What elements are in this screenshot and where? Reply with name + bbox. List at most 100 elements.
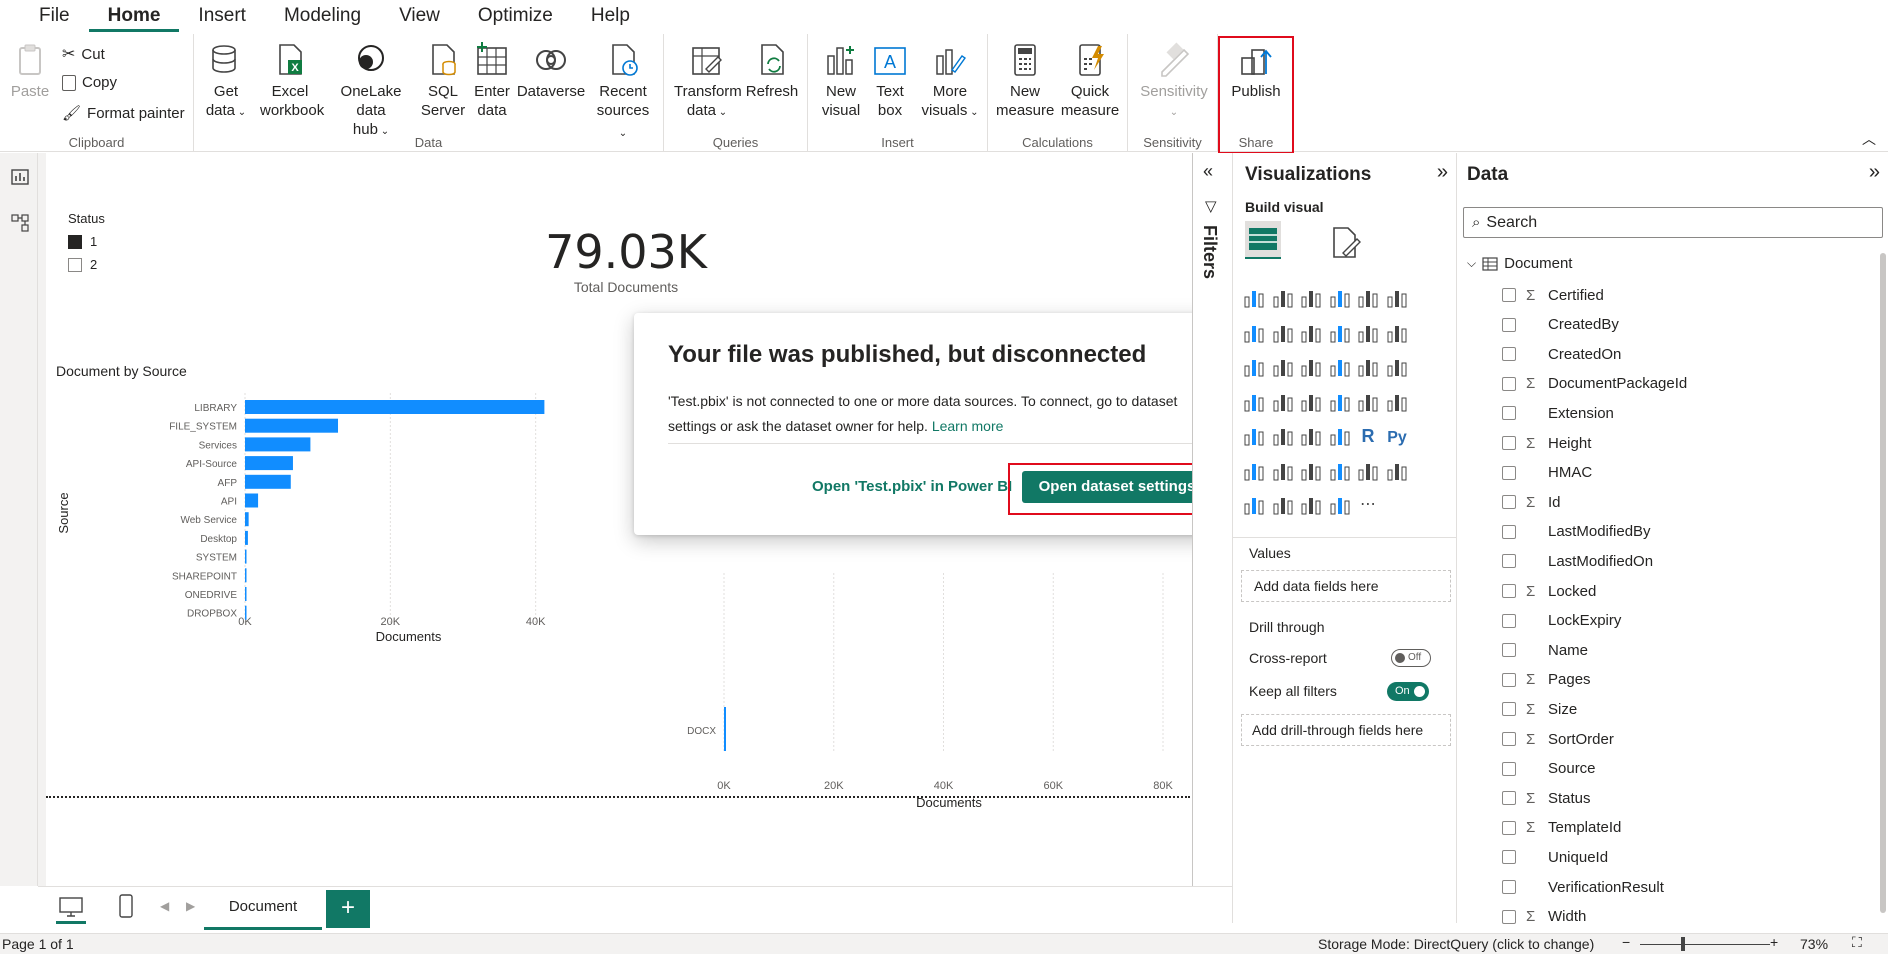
area-chart-icon[interactable]	[1270, 320, 1296, 346]
kpi-icon[interactable]	[1241, 423, 1267, 449]
status-slicer[interactable]: Status 1 2	[68, 211, 105, 272]
menu-insert[interactable]: Insert	[179, 0, 265, 32]
collapse-ribbon-icon[interactable]: ︿	[1862, 129, 1876, 149]
more-icon[interactable]: ⋯	[1355, 492, 1381, 518]
stacked-column-icon[interactable]	[1270, 285, 1296, 311]
power-apps-icon[interactable]	[1241, 492, 1267, 518]
field-checkbox[interactable]	[1502, 317, 1516, 332]
stacked-bar-icon[interactable]	[1241, 285, 1267, 311]
prev-page-icon[interactable]: ◀	[160, 899, 169, 913]
onelake-hub-button[interactable]: OneLake data hub ⌄	[324, 42, 418, 141]
table-node[interactable]: ⌵ Document	[1467, 255, 1572, 272]
decomposition-tree-icon[interactable]	[1270, 458, 1296, 484]
gauge-icon[interactable]	[1327, 389, 1353, 415]
zoom-slider[interactable]	[1640, 944, 1770, 945]
collapse-viz-icon[interactable]: »	[1437, 161, 1448, 184]
arrow-icon[interactable]	[1327, 492, 1353, 518]
new-measure-button[interactable]: New measure	[996, 42, 1054, 120]
field-item[interactable]: VerificationResult	[1502, 877, 1664, 897]
learn-more-link[interactable]: Learn more	[932, 418, 1004, 434]
new-visual-button[interactable]: New visual	[818, 42, 864, 120]
key-influencers-icon[interactable]	[1241, 458, 1267, 484]
quick-measure-button[interactable]: Quick measure	[1056, 42, 1124, 120]
field-item[interactable]: Σ SortOrder	[1502, 729, 1614, 749]
transform-data-button[interactable]: Transform data ⌄	[674, 42, 742, 122]
paste-button[interactable]: Paste	[8, 42, 52, 101]
field-checkbox[interactable]	[1502, 643, 1516, 658]
power-automate-icon[interactable]	[1270, 492, 1296, 518]
excel-workbook-button[interactable]: X Excel workbook	[260, 42, 324, 120]
line-clustered-icon[interactable]	[1355, 320, 1381, 346]
azure-map-icon[interactable]	[1298, 389, 1324, 415]
multi-row-card-icon[interactable]	[1384, 389, 1410, 415]
100-bar-icon[interactable]	[1355, 285, 1381, 311]
get-data-button[interactable]: Get data ⌄	[204, 42, 248, 122]
field-item[interactable]: Name	[1502, 640, 1588, 660]
field-item[interactable]: Source	[1502, 759, 1596, 779]
field-item[interactable]: UniqueId	[1502, 847, 1608, 867]
report-view-icon[interactable]	[10, 167, 30, 187]
dataverse-button[interactable]: Dataverse	[516, 42, 586, 101]
field-checkbox[interactable]	[1502, 524, 1516, 539]
field-item[interactable]: Σ DocumentPackageId	[1502, 374, 1687, 394]
filled-map-icon[interactable]	[1270, 389, 1296, 415]
format-painter-button[interactable]: 🖌 Format painter	[62, 104, 185, 123]
zoom-in-icon[interactable]: +	[1770, 934, 1778, 950]
field-checkbox[interactable]	[1502, 288, 1516, 302]
format-visual-icon[interactable]	[1329, 225, 1363, 259]
slicer-item[interactable]: 2	[68, 257, 105, 272]
field-item[interactable]: Σ Pages	[1502, 670, 1591, 690]
pie-icon[interactable]	[1327, 354, 1353, 380]
donut-icon[interactable]	[1355, 354, 1381, 380]
field-checkbox[interactable]	[1502, 820, 1516, 835]
waterfall-icon[interactable]	[1241, 354, 1267, 380]
field-checkbox[interactable]	[1502, 909, 1516, 924]
add-page-button[interactable]: +	[326, 890, 370, 928]
field-item[interactable]: Σ Certified	[1502, 285, 1604, 305]
field-checkbox[interactable]	[1502, 880, 1516, 894]
field-checkbox[interactable]	[1502, 791, 1516, 806]
page-tab-document[interactable]: Document	[204, 887, 322, 930]
model-view-icon[interactable]	[10, 213, 30, 233]
refresh-button[interactable]: Refresh	[744, 42, 800, 101]
scrollbar[interactable]	[1880, 253, 1886, 913]
copy-button[interactable]: Copy	[62, 74, 117, 91]
collapse-data-icon[interactable]: »	[1869, 161, 1880, 184]
line-chart-icon[interactable]	[1241, 320, 1267, 346]
field-checkbox[interactable]	[1502, 554, 1516, 569]
metrics-icon[interactable]	[1384, 458, 1410, 484]
scatter-icon[interactable]	[1298, 354, 1324, 380]
filters-pane-collapsed[interactable]: « ▽ Filters	[1192, 153, 1232, 886]
clustered-column-icon[interactable]	[1327, 285, 1353, 311]
field-item[interactable]: CreatedOn	[1502, 344, 1621, 364]
field-checkbox[interactable]	[1502, 613, 1516, 628]
sql-server-button[interactable]: SQL Server	[420, 42, 466, 120]
expand-filters-icon[interactable]: «	[1203, 161, 1213, 182]
field-item[interactable]: Σ Status	[1502, 788, 1591, 808]
menu-home[interactable]: Home	[88, 0, 180, 32]
zoom-thumb[interactable]	[1681, 937, 1685, 951]
field-item[interactable]: CreatedBy	[1502, 315, 1619, 335]
keep-filters-toggle[interactable]: On	[1387, 682, 1429, 701]
clustered-bar-icon[interactable]	[1298, 285, 1324, 311]
field-item[interactable]: Σ Width	[1502, 907, 1586, 927]
100-column-icon[interactable]	[1384, 285, 1410, 311]
cross-report-toggle[interactable]: Off	[1391, 649, 1431, 667]
cut-button[interactable]: ✂ Cut	[62, 44, 105, 64]
sensitivity-button[interactable]: Sensitivity ⌄	[1138, 42, 1210, 122]
menu-modeling[interactable]: Modeling	[265, 0, 380, 32]
treemap-icon[interactable]	[1384, 354, 1410, 380]
mobile-layout-icon[interactable]	[118, 893, 134, 919]
drill-through-well[interactable]: Add drill-through fields here	[1241, 714, 1451, 746]
field-checkbox[interactable]	[1502, 761, 1516, 776]
field-checkbox[interactable]	[1502, 672, 1516, 687]
field-item[interactable]: Extension	[1502, 403, 1614, 423]
field-checkbox[interactable]	[1502, 850, 1516, 865]
field-checkbox[interactable]	[1502, 584, 1516, 598]
field-checkbox[interactable]	[1502, 347, 1516, 362]
field-checkbox[interactable]	[1502, 436, 1516, 450]
build-visual-tab[interactable]	[1245, 221, 1281, 259]
desktop-layout-icon[interactable]	[58, 895, 84, 919]
slicer-item[interactable]: 1	[68, 234, 105, 249]
field-item[interactable]: LastModifiedBy	[1502, 522, 1651, 542]
